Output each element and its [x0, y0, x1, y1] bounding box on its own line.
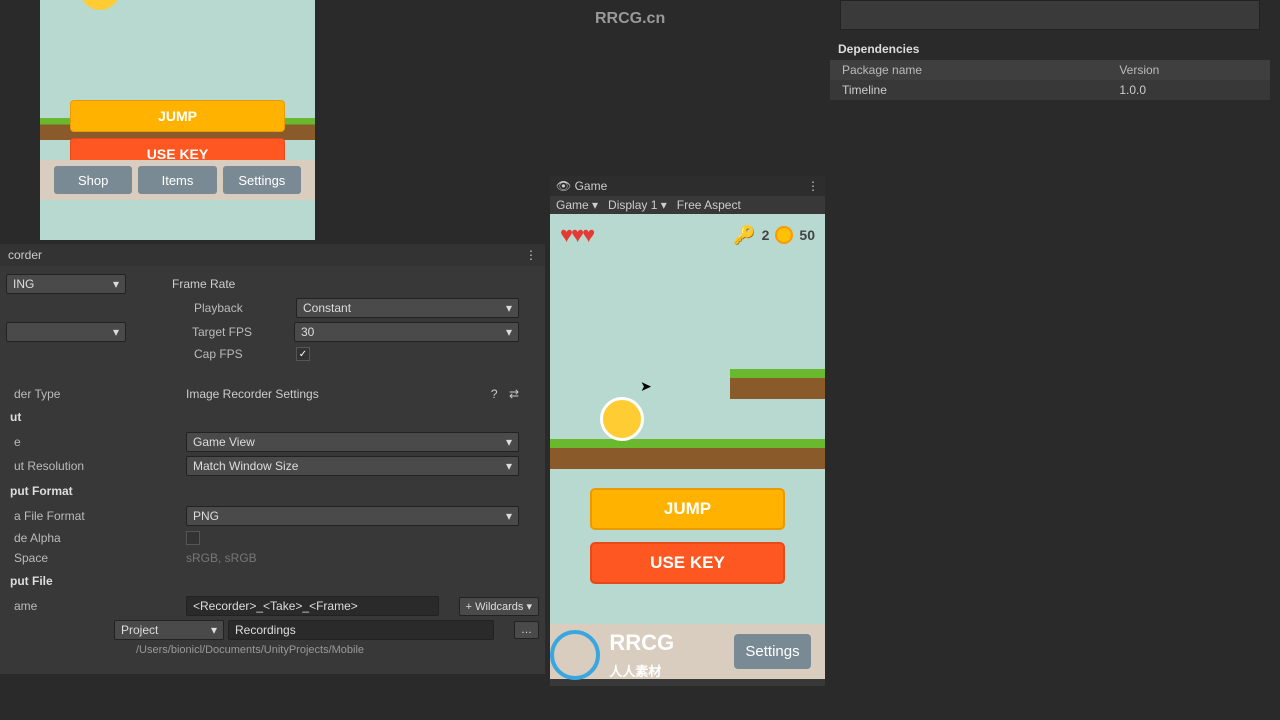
preset-icon[interactable]: ⇄: [509, 387, 519, 401]
aspect-dropdown[interactable]: Free Aspect: [677, 198, 741, 212]
targetfps-label: Target FPS: [184, 325, 294, 339]
mouse-cursor-icon: ➤: [640, 378, 652, 395]
hearts-icon: ♥♥♥: [560, 222, 593, 248]
recorder-status-dropdown[interactable]: ING: [6, 274, 126, 294]
scene-shop-button[interactable]: Shop: [54, 166, 132, 194]
recorder-tab-label: corder: [8, 248, 42, 262]
dependencies-label: Dependencies: [830, 38, 1270, 60]
source-dropdown[interactable]: Game View: [186, 432, 519, 452]
resolution-label: ut Resolution: [6, 459, 186, 473]
display-dropdown[interactable]: Display 1 ▾: [608, 198, 667, 212]
game-menu-icon[interactable]: ⋮: [807, 179, 819, 193]
watermark-text: RRCG.cn: [595, 10, 665, 28]
dep-name: Timeline: [842, 83, 1119, 97]
scene-character: [80, 0, 120, 10]
alpha-label: de Alpha: [6, 531, 186, 545]
wildcards-button[interactable]: + Wildcards ▾: [459, 597, 539, 616]
project-dropdown[interactable]: Project: [114, 620, 224, 640]
playback-dropdown[interactable]: Constant: [296, 298, 519, 318]
recorder-type-value: Image Recorder Settings: [186, 387, 319, 401]
source-label: e: [6, 435, 186, 449]
game-view: ♥♥♥ 🔑 2 50 JUMP USE KEY Settings: [550, 214, 825, 679]
capfps-checkbox[interactable]: ✓: [296, 347, 310, 361]
keys-count: 2: [762, 227, 770, 243]
fileformat-dropdown[interactable]: PNG: [186, 506, 519, 526]
inspector-panel: Dependencies Package name Version Timeli…: [830, 0, 1270, 100]
recorder-menu-icon[interactable]: ⋮: [525, 248, 537, 262]
framerate-label: Frame Rate: [172, 277, 235, 291]
scene-jump-button[interactable]: JUMP: [70, 100, 285, 132]
scene-settings-button[interactable]: Settings: [223, 166, 301, 194]
platform: [730, 369, 825, 399]
name-input[interactable]: <Recorder>_<Take>_<Frame>: [186, 596, 439, 616]
targetfps-dropdown[interactable]: 30: [294, 322, 519, 342]
file-section: put File: [6, 568, 539, 594]
scene-items-button[interactable]: Items: [138, 166, 216, 194]
deps-table-row: Timeline 1.0.0: [830, 80, 1270, 100]
deps-table-header: Package name Version: [830, 60, 1270, 80]
space-label: Space: [6, 551, 186, 565]
coins-count: 50: [799, 227, 815, 243]
scene-preview: JUMP USE KEY Shop Items Settings: [40, 0, 315, 240]
key-icon: 🔑: [733, 225, 755, 246]
header-package: Package name: [842, 63, 1119, 77]
game-panel: 👁 Game ⋮ Game ▾ Display 1 ▾ Free Aspect …: [550, 176, 825, 686]
game-character: [600, 397, 650, 447]
format-section: put Format: [6, 478, 539, 504]
recorder-type-label: der Type: [6, 387, 186, 401]
alpha-checkbox: [186, 531, 200, 545]
game-jump-button[interactable]: JUMP: [590, 488, 785, 530]
help-icon[interactable]: ?: [491, 387, 498, 401]
path-text: /Users/bionicl/Documents/UnityProjects/M…: [6, 642, 539, 658]
ground: [550, 439, 825, 469]
dep-version: 1.0.0: [1119, 83, 1258, 97]
recorder-list-dropdown[interactable]: [6, 322, 126, 342]
game-mode-dropdown[interactable]: Game ▾: [556, 198, 598, 212]
rrcg-logo: RRCG人人素材: [550, 630, 750, 690]
resolution-dropdown[interactable]: Match Window Size: [186, 456, 519, 476]
name-label: ame: [6, 599, 186, 613]
browse-button[interactable]: …: [514, 621, 539, 639]
package-box: [840, 0, 1260, 30]
game-tab[interactable]: 👁 Game: [556, 179, 607, 193]
playback-label: Playback: [186, 301, 296, 315]
header-version: Version: [1119, 63, 1258, 77]
fileformat-label: a File Format: [6, 509, 186, 523]
recordings-input[interactable]: Recordings: [228, 620, 494, 640]
game-usekey-button[interactable]: USE KEY: [590, 542, 785, 584]
coin-icon: [775, 226, 793, 244]
space-value: sRGB, sRGB: [186, 551, 257, 565]
recorder-panel: corder ⋮ ING Frame Rate Playback Constan…: [0, 244, 545, 674]
input-section: ut: [6, 404, 539, 430]
capfps-label: Cap FPS: [186, 347, 296, 361]
